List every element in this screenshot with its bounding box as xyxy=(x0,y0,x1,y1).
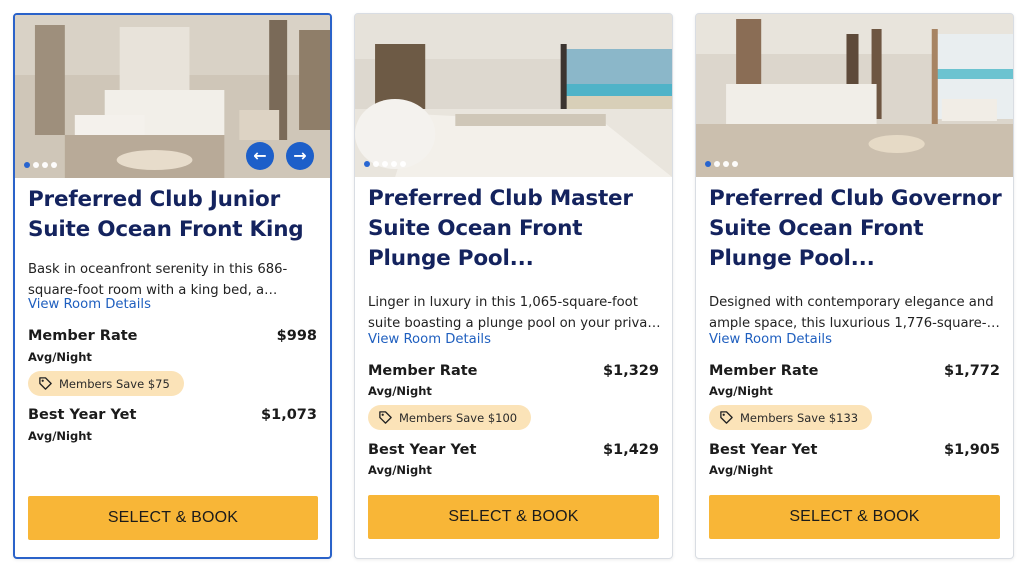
room-description: Linger in luxury in this 1,065-square-fo… xyxy=(368,295,661,331)
carousel-dot[interactable] xyxy=(723,161,729,167)
savings-text: Members Save $133 xyxy=(740,410,859,425)
select-book-button[interactable]: SELECT & BOOK xyxy=(28,496,318,540)
carousel-dots xyxy=(24,162,57,168)
view-room-details-link[interactable]: View Room Details xyxy=(368,331,491,349)
price-tag-icon xyxy=(39,377,52,390)
arrow-right-icon: → xyxy=(293,146,307,165)
savings-text: Members Save $75 xyxy=(59,376,170,391)
member-rate-unit: Avg/Night xyxy=(28,350,92,364)
view-room-details-link[interactable]: View Room Details xyxy=(709,331,832,349)
carousel-dot[interactable] xyxy=(373,161,379,167)
member-rate-price: $1,329 xyxy=(603,363,659,379)
arrow-left-icon: ← xyxy=(253,146,267,165)
best-rate-label: Best Year Yet xyxy=(28,407,137,423)
member-rate-price: $1,772 xyxy=(944,363,1000,379)
carousel-dot[interactable] xyxy=(24,162,30,168)
room-photo-image xyxy=(15,15,330,178)
carousel-dots xyxy=(364,161,406,167)
best-rate-unit: Avg/Night xyxy=(28,429,92,443)
member-rate-unit: Avg/Night xyxy=(709,384,773,398)
select-book-button[interactable]: SELECT & BOOK xyxy=(368,495,659,539)
best-rate-price: $1,073 xyxy=(261,407,317,423)
carousel-dot[interactable] xyxy=(732,161,738,167)
carousel-dot[interactable] xyxy=(391,161,397,167)
member-rate-price: $998 xyxy=(276,328,317,344)
price-tag-icon xyxy=(379,411,392,424)
room-title: Preferred Club Junior Suite Ocean Front … xyxy=(28,187,304,242)
carousel-dot[interactable] xyxy=(714,161,720,167)
room-photo[interactable] xyxy=(696,14,1013,177)
savings-badge: Members Save $100 xyxy=(368,405,532,430)
carousel-dot[interactable] xyxy=(42,162,48,168)
savings-badge: Members Save $75 xyxy=(28,371,184,396)
best-rate-label: Best Year Yet xyxy=(709,442,818,458)
carousel-dot[interactable] xyxy=(33,162,39,168)
room-description: Bask in oceanfront serenity in this 686-… xyxy=(28,262,288,298)
room-card[interactable]: Preferred Club Governor Suite Ocean Fron… xyxy=(695,13,1014,559)
room-photo-image xyxy=(696,14,1013,177)
best-rate-unit: Avg/Night xyxy=(709,463,773,477)
room-card[interactable]: Preferred Club Master Suite Ocean Front … xyxy=(354,13,673,559)
carousel-dot[interactable] xyxy=(51,162,57,168)
room-title: Preferred Club Governor Suite Ocean Fron… xyxy=(709,186,1002,271)
price-tag-icon xyxy=(720,411,733,424)
carousel-next-button[interactable]: → xyxy=(286,142,314,170)
select-book-button[interactable]: SELECT & BOOK xyxy=(709,495,1000,539)
savings-text: Members Save $100 xyxy=(399,410,518,425)
best-rate-unit: Avg/Night xyxy=(368,463,432,477)
carousel-dots xyxy=(705,161,738,167)
view-room-details-link[interactable]: View Room Details xyxy=(28,296,151,314)
carousel-dot[interactable] xyxy=(705,161,711,167)
room-title: Preferred Club Master Suite Ocean Front … xyxy=(368,186,633,271)
room-description: Designed with contemporary elegance and … xyxy=(709,295,994,331)
member-rate-label: Member Rate xyxy=(368,363,478,379)
room-photo[interactable]: ← → xyxy=(15,15,330,178)
room-card[interactable]: ← → Preferred Club Junior Suite Ocean Fr… xyxy=(13,13,332,559)
savings-badge: Members Save $133 xyxy=(709,405,873,430)
carousel-prev-button[interactable]: ← xyxy=(246,142,274,170)
carousel-dot[interactable] xyxy=(382,161,388,167)
carousel-dot[interactable] xyxy=(400,161,406,167)
room-photo-image xyxy=(355,14,672,177)
member-rate-label: Member Rate xyxy=(28,328,138,344)
best-rate-price: $1,905 xyxy=(944,442,1000,458)
member-rate-unit: Avg/Night xyxy=(368,384,432,398)
best-rate-price: $1,429 xyxy=(603,442,659,458)
member-rate-label: Member Rate xyxy=(709,363,819,379)
room-photo[interactable] xyxy=(355,14,672,177)
carousel-dot[interactable] xyxy=(364,161,370,167)
best-rate-label: Best Year Yet xyxy=(368,442,477,458)
